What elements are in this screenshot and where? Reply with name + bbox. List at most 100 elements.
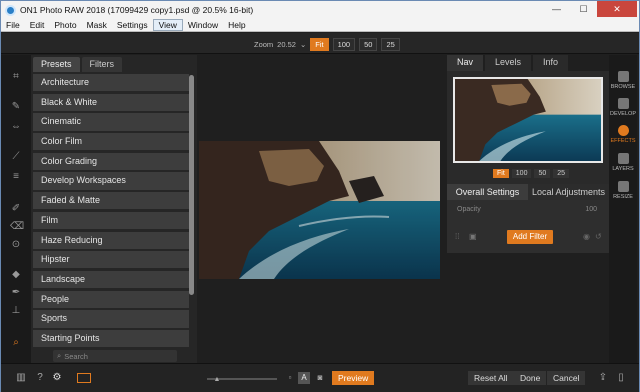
view-mode-a-button[interactable]: A <box>298 372 310 384</box>
tool-well: ⌗ ✎ ⇔ ⟋ ≡ ✐ ⌫ ⊙ ◆ ✒ ⊥ ⌕ <box>1 55 31 363</box>
done-button[interactable]: Done <box>514 371 547 385</box>
gear-icon[interactable]: ⚙ <box>51 372 63 384</box>
tab-local-adjustments[interactable]: Local Adjustments <box>528 184 609 200</box>
clone-stamp-icon[interactable]: ⊙ <box>10 239 22 251</box>
title-bar: ON1 Photo RAW 2018 (17099429 copy1.psd @… <box>1 1 639 19</box>
menu-help[interactable]: Help <box>223 20 250 30</box>
cancel-button[interactable]: Cancel <box>547 371 586 385</box>
bottom-bar: ▥ ? ⚙ ▲ ▫ A ◙ Preview Reset All Done Can… <box>1 363 639 392</box>
module-develop-label: DEVELOP <box>610 111 636 117</box>
develop-icon <box>617 98 629 109</box>
crop-tool-icon[interactable]: ⌗ <box>10 71 22 83</box>
right-panel: Nav Levels Info Fit 100 50 25 Overall Se… <box>445 55 611 363</box>
menu-photo[interactable]: Photo <box>49 20 81 30</box>
app-window: ON1 Photo RAW 2018 (17099429 copy1.psd @… <box>0 0 640 392</box>
perfect-eraser-icon[interactable]: ⌫ <box>10 221 24 233</box>
module-resize[interactable]: RESIZE <box>609 181 637 200</box>
module-effects[interactable]: EFFECTS <box>609 125 637 144</box>
refine-brush-icon[interactable]: ◆ <box>10 269 22 281</box>
preset-category[interactable]: Landscape <box>33 270 189 289</box>
module-layers-label: LAYERS <box>612 166 634 172</box>
zoom-25-button[interactable]: 25 <box>381 38 400 51</box>
zoom-tool-icon[interactable]: ⌕ <box>10 337 22 349</box>
preset-category[interactable]: Haze Reducing <box>33 231 189 249</box>
transform-tool-icon[interactable]: ⇔ <box>10 121 22 133</box>
chisel-icon[interactable]: ✒ <box>10 287 22 299</box>
visibility-icon[interactable]: ◉ <box>583 232 590 241</box>
preset-category[interactable]: Black & White <box>33 93 189 111</box>
preset-category[interactable]: Cinematic <box>33 113 189 131</box>
reset-all-button[interactable]: Reset All <box>468 371 514 385</box>
stamp-icon[interactable]: ⊥ <box>10 305 22 317</box>
module-resize-label: RESIZE <box>613 194 633 200</box>
menu-settings[interactable]: Settings <box>112 20 153 30</box>
tab-nav[interactable]: Nav <box>447 55 484 71</box>
brush-tool-icon[interactable]: ✎ <box>10 101 22 113</box>
help-icon[interactable]: ? <box>34 372 46 384</box>
menu-bar: File Edit Photo Mask Settings View Windo… <box>1 19 639 32</box>
menu-mask[interactable]: Mask <box>82 20 112 30</box>
retouch-brush-icon[interactable]: ✐ <box>10 203 22 215</box>
module-develop[interactable]: DEVELOP <box>609 98 637 117</box>
zoom-fit-button[interactable]: Fit <box>310 38 329 51</box>
preview-button[interactable]: Preview <box>332 371 375 385</box>
compare-icon[interactable]: ▫ <box>284 372 296 384</box>
nav-50-button[interactable]: 50 <box>534 169 551 178</box>
share-icon[interactable]: ▯ <box>615 372 627 384</box>
mask-view-icon[interactable]: ◙ <box>314 372 326 384</box>
preset-search-input[interactable]: ⌕ Search <box>53 350 177 362</box>
reset-icon[interactable]: ↺ <box>595 232 602 241</box>
nav-25-button[interactable]: 25 <box>553 169 570 178</box>
preset-category[interactable]: Faded & Matte <box>33 192 189 210</box>
preset-category[interactable]: Hipster <box>33 251 189 269</box>
photo-preview[interactable] <box>199 141 440 279</box>
opacity-label: Opacity <box>457 206 481 213</box>
menu-view[interactable]: View <box>152 19 183 31</box>
tab-levels[interactable]: Levels <box>485 55 532 71</box>
preset-category[interactable]: People <box>33 290 189 308</box>
settings-tabs: Overall Settings Local Adjustments <box>447 184 609 200</box>
menu-window[interactable]: Window <box>183 20 223 30</box>
menu-edit[interactable]: Edit <box>25 20 50 30</box>
preset-category[interactable]: Develop Workspaces <box>33 172 189 190</box>
close-button[interactable]: ✕ <box>597 1 637 17</box>
preset-category[interactable]: Sports <box>33 310 189 328</box>
preset-category[interactable]: Color Film <box>33 133 189 151</box>
frame-icon[interactable] <box>77 373 91 383</box>
preset-category[interactable]: Starting Points <box>33 329 189 348</box>
zoom-100-button[interactable]: 100 <box>332 38 356 51</box>
navigator: Fit 100 50 25 <box>447 71 609 195</box>
module-layers[interactable]: LAYERS <box>609 153 637 172</box>
minimize-button[interactable]: — <box>543 1 570 17</box>
preset-category[interactable]: Architecture <box>33 74 189 92</box>
menu-file[interactable]: File <box>1 20 25 30</box>
tab-filters[interactable]: Filters <box>81 57 123 72</box>
export-icon[interactable]: ⇪ <box>597 372 609 384</box>
masking-brush-icon[interactable]: ⟋ <box>10 151 22 163</box>
opacity-row[interactable]: Opacity 100 <box>457 206 597 213</box>
preset-category[interactable]: Film <box>33 211 189 230</box>
navigator-thumbnail[interactable] <box>453 77 603 163</box>
zoom-value[interactable]: 20.52 <box>277 40 296 49</box>
window-title: ON1 Photo RAW 2018 (17099429 copy1.psd @… <box>20 5 254 15</box>
tab-overall-settings[interactable]: Overall Settings <box>447 184 528 200</box>
maximize-button[interactable]: ☐ <box>570 1 597 17</box>
tab-info[interactable]: Info <box>533 55 569 71</box>
image-canvas[interactable] <box>197 55 445 363</box>
preset-category[interactable]: Color Grading <box>33 152 189 171</box>
line-mask-icon[interactable]: ≡ <box>10 171 22 183</box>
module-browse[interactable]: BROWSE <box>609 71 637 90</box>
nav-fit-button[interactable]: Fit <box>493 169 509 178</box>
tab-presets[interactable]: Presets <box>33 57 80 72</box>
chevron-down-icon[interactable]: ⌄ <box>300 40 306 49</box>
module-browse-label: BROWSE <box>610 84 636 90</box>
navigator-zoom: Fit 100 50 25 <box>493 169 570 178</box>
grid-icon[interactable]: ⁞⁞ <box>455 232 459 241</box>
zoom-50-button[interactable]: 50 <box>359 38 378 51</box>
sidebar-toggle-icon[interactable]: ▥ <box>15 372 27 384</box>
presets-scrollbar[interactable] <box>189 75 194 295</box>
nav-100-button[interactable]: 100 <box>511 169 532 178</box>
slider-handle-icon[interactable]: ▲ <box>211 374 223 386</box>
add-filter-button[interactable]: Add Filter <box>507 230 553 244</box>
mask-icon[interactable]: ▣ <box>469 232 477 241</box>
